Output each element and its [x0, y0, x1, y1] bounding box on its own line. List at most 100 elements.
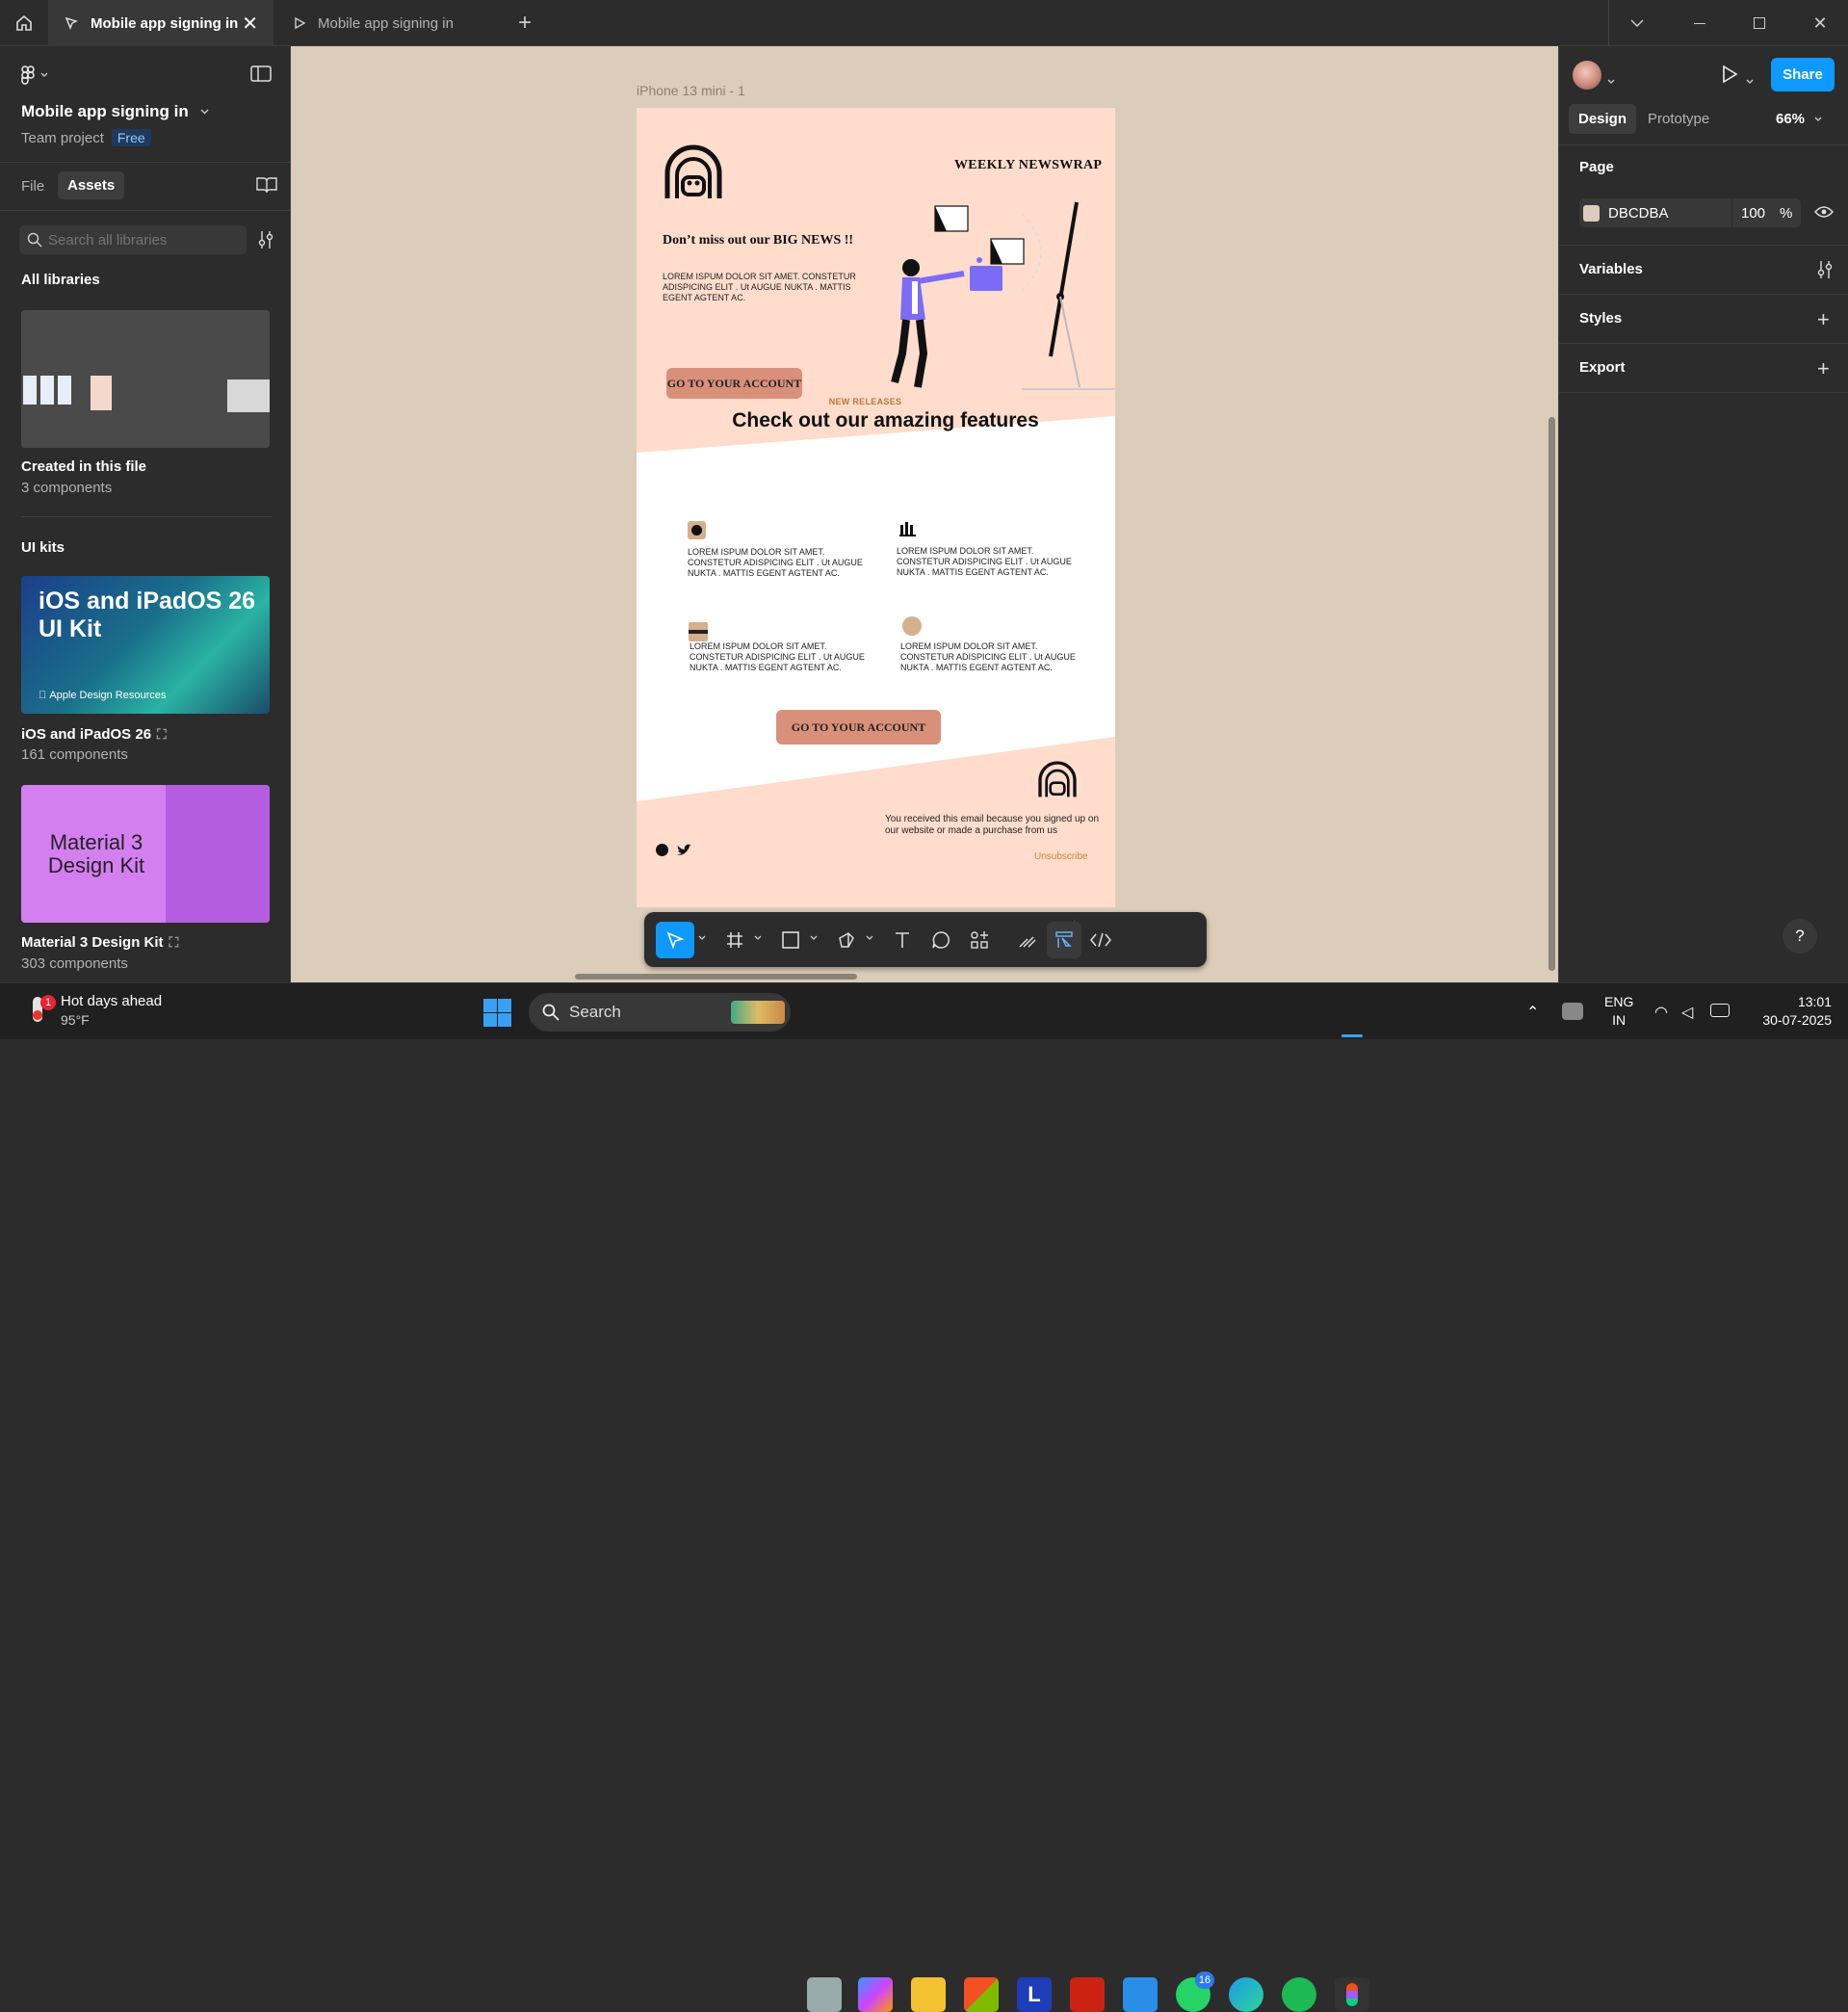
add-style-icon[interactable]: + — [1817, 307, 1830, 332]
facebook-icon[interactable] — [656, 844, 668, 856]
color-hex-value[interactable]: DBCDBA — [1608, 205, 1669, 222]
wifi-icon[interactable]: ◠ — [1654, 1003, 1668, 1022]
unsubscribe-link[interactable]: Unsubscribe — [1034, 851, 1088, 862]
add-export-icon[interactable]: + — [1817, 356, 1830, 381]
battery-icon[interactable] — [1710, 1004, 1730, 1017]
rectangle-tool-icon[interactable] — [773, 924, 808, 956]
language-indicator[interactable]: ENG IN — [1604, 993, 1633, 1030]
tab-prototype-file[interactable]: Mobile app signing in — [275, 0, 499, 46]
created-file-thumbnail[interactable] — [21, 310, 270, 448]
weather-widget-icon[interactable]: 1 — [27, 995, 56, 1024]
figma-taskbar-icon[interactable] — [1335, 1977, 1369, 2012]
file-title[interactable]: Mobile app signing in — [21, 102, 209, 121]
close-window-icon[interactable]: ✕ — [1801, 10, 1839, 37]
zoom-menu[interactable]: 66% — [1776, 111, 1822, 127]
search-input[interactable] — [48, 231, 241, 248]
search-icon — [542, 1004, 560, 1021]
toggle-sidebar-icon[interactable] — [250, 65, 272, 88]
chevron-down-icon[interactable] — [1746, 72, 1754, 90]
new-tab-icon[interactable]: + — [506, 10, 544, 37]
tab-design[interactable]: Design — [1569, 104, 1637, 134]
share-button[interactable]: Share — [1771, 58, 1835, 91]
tab-assets[interactable]: Assets — [58, 171, 125, 199]
search-libraries-field[interactable] — [19, 225, 247, 254]
main-menu-button[interactable] — [21, 65, 48, 85]
eye-icon[interactable] — [1813, 205, 1835, 223]
whatsapp-icon[interactable]: 16 — [1176, 1972, 1214, 2012]
opacity-value[interactable]: 100 — [1741, 205, 1765, 222]
actions-tool-icon[interactable] — [962, 924, 997, 956]
close-tab-icon[interactable]: ✕ — [242, 12, 258, 36]
spotify-icon[interactable] — [1282, 1977, 1316, 2012]
go-to-account-button-top[interactable]: GO TO YOUR ACCOUNT — [666, 368, 802, 399]
chevron-down-icon[interactable] — [810, 935, 818, 941]
move-tool-icon[interactable] — [656, 922, 694, 958]
help-button[interactable]: ? — [1783, 919, 1817, 954]
canvas[interactable]: iPhone 13 mini - 1 WEEKLY NEWSWRAP Don’t… — [291, 46, 1558, 982]
tab-prototype[interactable]: Prototype — [1648, 111, 1709, 127]
chevron-down-icon[interactable] — [754, 935, 762, 941]
taskbar: 1 Hot days ahead 95°F Search L 16 ⌃ ENG … — [0, 982, 1848, 2012]
volume-icon[interactable]: ◁ — [1681, 1003, 1693, 1022]
start-windows-icon[interactable] — [483, 999, 511, 1027]
divider — [0, 162, 291, 163]
taskbar-search[interactable]: Search — [529, 993, 791, 1032]
email-frame[interactable]: WEEKLY NEWSWRAP Don’t miss out our BIG N… — [637, 108, 1115, 907]
tab-label: Mobile app signing in — [318, 14, 454, 32]
pen-tool-icon[interactable] — [829, 924, 864, 956]
tab-file[interactable]: File — [21, 178, 44, 195]
frame-label[interactable]: iPhone 13 mini - 1 — [637, 83, 745, 98]
task-view-icon[interactable] — [807, 1977, 842, 2012]
variables-settings-icon[interactable] — [1817, 260, 1833, 284]
tab-active-file[interactable]: Mobile app signing in ✕ — [48, 0, 273, 46]
mcafee-icon[interactable] — [1070, 1977, 1105, 2012]
comment-tool-icon[interactable] — [924, 924, 958, 956]
present-play-icon[interactable] — [1721, 65, 1738, 89]
divider — [1559, 392, 1848, 393]
file-explorer-icon[interactable] — [911, 1977, 946, 2012]
chevron-down-icon[interactable] — [1607, 72, 1615, 90]
text-tool-icon[interactable] — [885, 924, 920, 956]
styles-heading: Styles — [1579, 310, 1623, 327]
color-swatch[interactable] — [1583, 205, 1600, 222]
edge-icon[interactable] — [1229, 1977, 1263, 2012]
thumb-screen — [227, 379, 270, 412]
chevron-down-icon[interactable] — [1618, 10, 1656, 37]
horizontal-scrollbar[interactable] — [575, 974, 857, 980]
filter-icon[interactable] — [258, 230, 273, 254]
vertical-scrollbar[interactable] — [1549, 417, 1555, 971]
search-icon — [27, 232, 42, 248]
tray-app-icon[interactable] — [1562, 1003, 1583, 1020]
clock[interactable]: 13:01 30-07-2025 — [1751, 993, 1832, 1030]
variables-heading[interactable]: Variables — [1579, 261, 1643, 277]
footer-note: You received this email because you sign… — [885, 814, 1100, 836]
page-color-field[interactable]: DBCDBA 100 % — [1579, 198, 1801, 227]
microsoft-store-icon[interactable] — [964, 1977, 999, 2012]
frame-tool-icon[interactable] — [717, 924, 752, 956]
chevron-up-icon[interactable]: ⌃ — [1526, 1003, 1539, 1022]
copilot-icon[interactable] — [858, 1977, 893, 2012]
chevron-down-icon[interactable] — [866, 935, 873, 941]
weather-title[interactable]: Hot days ahead — [61, 993, 162, 1009]
library-icon: ⛶ — [169, 934, 179, 950]
design-mode-icon[interactable] — [1047, 922, 1081, 958]
file-title-text: Mobile app signing in — [21, 102, 189, 120]
draw-mode-icon[interactable] — [1010, 924, 1045, 956]
go-to-account-button-bottom[interactable]: GO TO YOUR ACCOUNT — [776, 710, 941, 745]
avatar[interactable] — [1573, 61, 1601, 90]
twitter-icon[interactable] — [676, 844, 691, 857]
chevron-down-icon[interactable] — [698, 935, 706, 941]
feature-text: LOREM ISPUM DOLOR SIT AMET. CONSTETUR AD… — [688, 547, 863, 578]
apple-design-resources-label:  Apple Design Resources — [39, 690, 166, 701]
dev-mode-icon[interactable] — [1083, 924, 1118, 956]
app-icon[interactable] — [1123, 1977, 1158, 2012]
home-icon[interactable] — [5, 10, 43, 37]
restore-icon[interactable] — [1740, 10, 1779, 37]
l-app-icon[interactable]: L — [1017, 1977, 1052, 2012]
material-kit-thumbnail[interactable]: Material 3 Design Kit — [21, 785, 270, 923]
ios-kit-thumbnail[interactable]: iOS and iPadOS 26 UI Kit  Apple Design … — [21, 576, 270, 714]
divider — [1559, 245, 1848, 246]
minimize-icon[interactable] — [1680, 10, 1719, 37]
library-book-icon[interactable] — [256, 176, 277, 198]
figma-logo-icon — [21, 65, 35, 85]
